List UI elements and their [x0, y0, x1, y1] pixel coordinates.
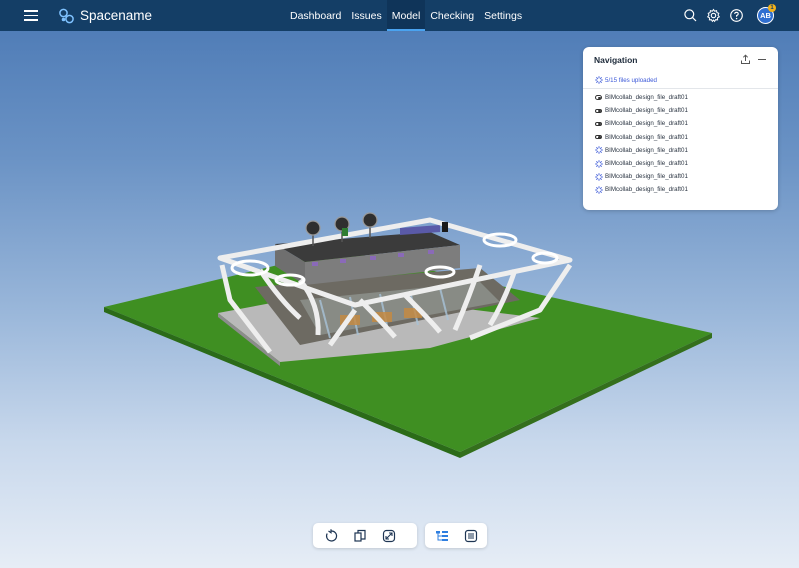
section-box-button[interactable]: [345, 523, 374, 548]
list-item[interactable]: BIMcollab_design_file_draft01: [594, 91, 688, 104]
file-name: BIMcollab_design_file_draft01: [605, 186, 688, 194]
section-box-icon: [353, 529, 366, 542]
reset-view-icon: [325, 528, 337, 542]
tab-model[interactable]: Model: [386, 0, 426, 31]
file-name: BIMcollab_design_file_draft01: [605, 160, 688, 168]
list-item[interactable]: BIMcollab_design_file_draft01: [594, 104, 688, 117]
main-tabs: Dashboard Issues Model Checking Settings: [285, 0, 527, 31]
fit-view-button[interactable]: [374, 523, 403, 548]
list-item[interactable]: BIMcollab_design_file_draft01: [594, 131, 688, 144]
loading-spinner-icon: [594, 185, 603, 194]
loading-spinner-icon: [594, 146, 603, 155]
tab-issues[interactable]: Issues: [346, 0, 386, 31]
loading-spinner-icon: [594, 159, 603, 168]
properties-list-button[interactable]: [456, 523, 485, 548]
loading-spinner-icon: [594, 76, 603, 85]
list-item[interactable]: BIMcollab_design_file_draft01: [594, 183, 688, 196]
list-item[interactable]: BIMcollab_design_file_draft01: [594, 117, 688, 130]
file-name: BIMcollab_design_file_draft01: [605, 173, 688, 181]
fit-view-icon: [382, 529, 395, 542]
notification-badge: 1: [768, 4, 776, 12]
tab-checking[interactable]: Checking: [425, 0, 479, 31]
file-name: BIMcollab_design_file_draft01: [605, 146, 688, 154]
divider: [583, 88, 778, 89]
model-tree-button[interactable]: [427, 523, 456, 548]
upload-status: 5/15 files uploaded: [594, 74, 657, 86]
file-name: BIMcollab_design_file_draft01: [605, 120, 688, 128]
settings-gear-icon[interactable]: [706, 8, 721, 23]
navigation-panel-title: Navigation: [594, 55, 638, 65]
list-item[interactable]: BIMcollab_design_file_draft01: [594, 157, 688, 170]
app-name: Spacename: [80, 8, 153, 23]
hamburger-menu-icon[interactable]: [24, 10, 38, 21]
logo-icon: [59, 8, 74, 24]
file-name: BIMcollab_design_file_draft01: [605, 133, 688, 141]
minimize-panel-icon[interactable]: [758, 59, 766, 61]
list-item[interactable]: BIMcollab_design_file_draft01: [594, 170, 688, 183]
file-name: BIMcollab_design_file_draft01: [605, 107, 688, 115]
properties-list-icon: [464, 529, 477, 542]
visibility-toggle-icon[interactable]: [594, 133, 603, 142]
view-toolbar: [313, 523, 417, 548]
file-list: BIMcollab_design_file_draft01 BIMcollab_…: [594, 91, 688, 197]
list-item[interactable]: BIMcollab_design_file_draft01: [594, 144, 688, 157]
reset-view-button[interactable]: [316, 523, 345, 548]
visibility-toggle-icon[interactable]: [594, 106, 603, 115]
file-name: BIMcollab_design_file_draft01: [605, 94, 688, 102]
search-icon[interactable]: [683, 8, 698, 23]
model-tree-icon: [435, 530, 448, 541]
navigation-panel: Navigation 5/15 files uploaded BIMcollab…: [583, 47, 778, 210]
help-icon[interactable]: [729, 8, 744, 23]
visibility-toggle-icon[interactable]: [594, 119, 603, 128]
panels-toolbar: [425, 523, 487, 548]
loading-spinner-icon: [594, 172, 603, 181]
top-bar: Spacename Dashboard Issues Model Checkin…: [0, 0, 799, 31]
tab-settings[interactable]: Settings: [479, 0, 527, 31]
export-icon[interactable]: [740, 54, 751, 65]
upload-status-text: 5/15 files uploaded: [605, 76, 657, 84]
tab-dashboard[interactable]: Dashboard: [285, 0, 346, 31]
visibility-toggle-icon[interactable]: [594, 93, 603, 102]
